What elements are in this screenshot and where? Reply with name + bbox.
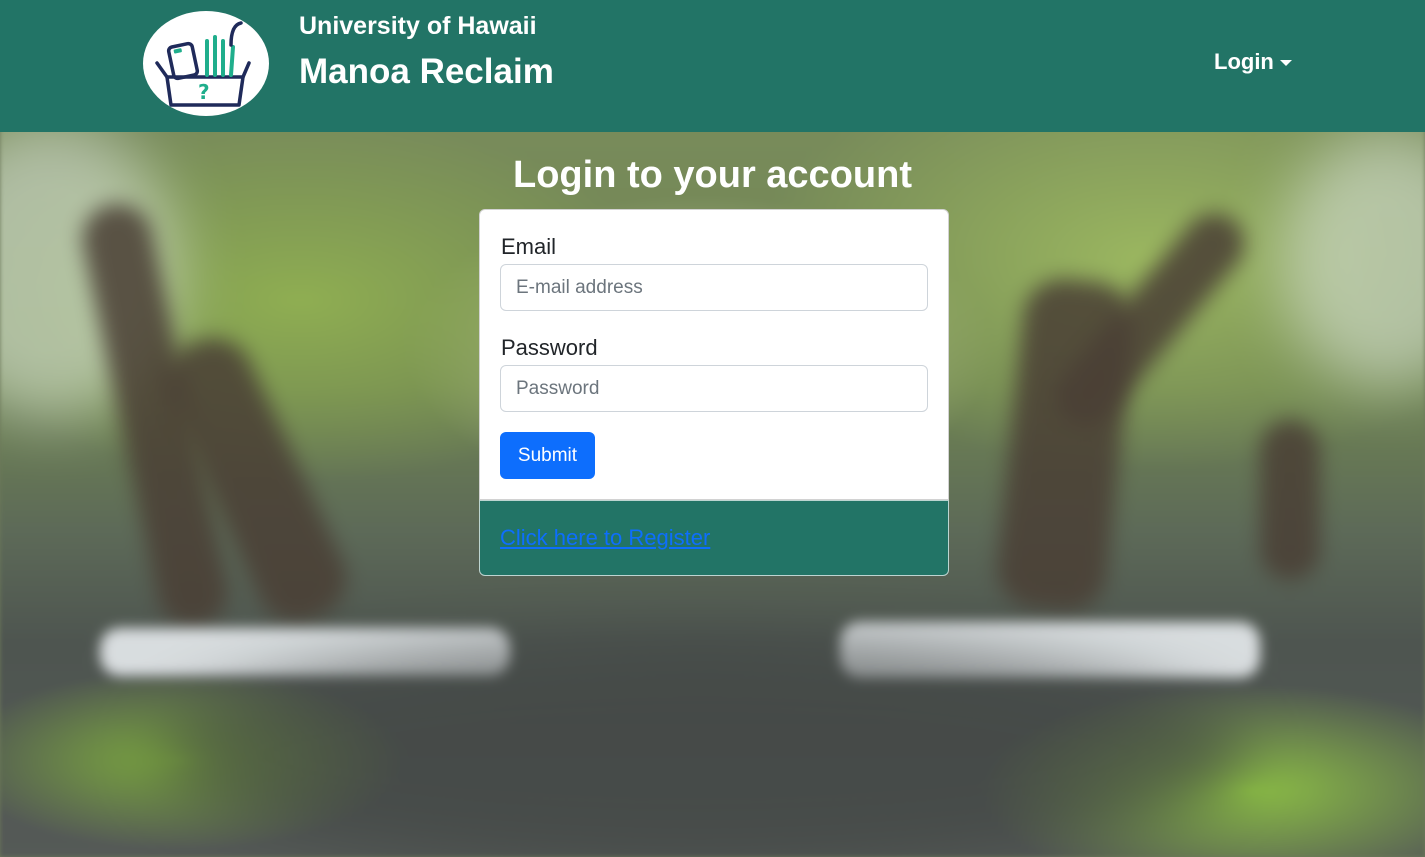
register-panel: Click here to Register [479,500,949,576]
register-link[interactable]: Click here to Register [500,525,710,551]
login-form-card: Email Password Submit [479,209,949,500]
lost-and-found-box-icon: ? [155,21,251,107]
email-label: Email [501,234,557,259]
password-field[interactable] [500,365,928,412]
org-name: University of Hawaii [299,12,537,40]
page-title: Login to your account [513,154,912,196]
app-logo[interactable]: ? [143,11,269,116]
navbar: ? University of Hawaii Manoa Reclaim Log… [0,0,1425,132]
login-dropdown-toggle[interactable]: Login [1214,49,1292,75]
svg-text:?: ? [198,80,210,104]
password-label: Password [501,335,598,360]
caret-down-icon [1279,60,1292,66]
app-name[interactable]: Manoa Reclaim [299,52,554,92]
email-field[interactable] [500,264,928,311]
login-dropdown-label: Login [1214,49,1274,74]
submit-button[interactable]: Submit [500,432,595,479]
